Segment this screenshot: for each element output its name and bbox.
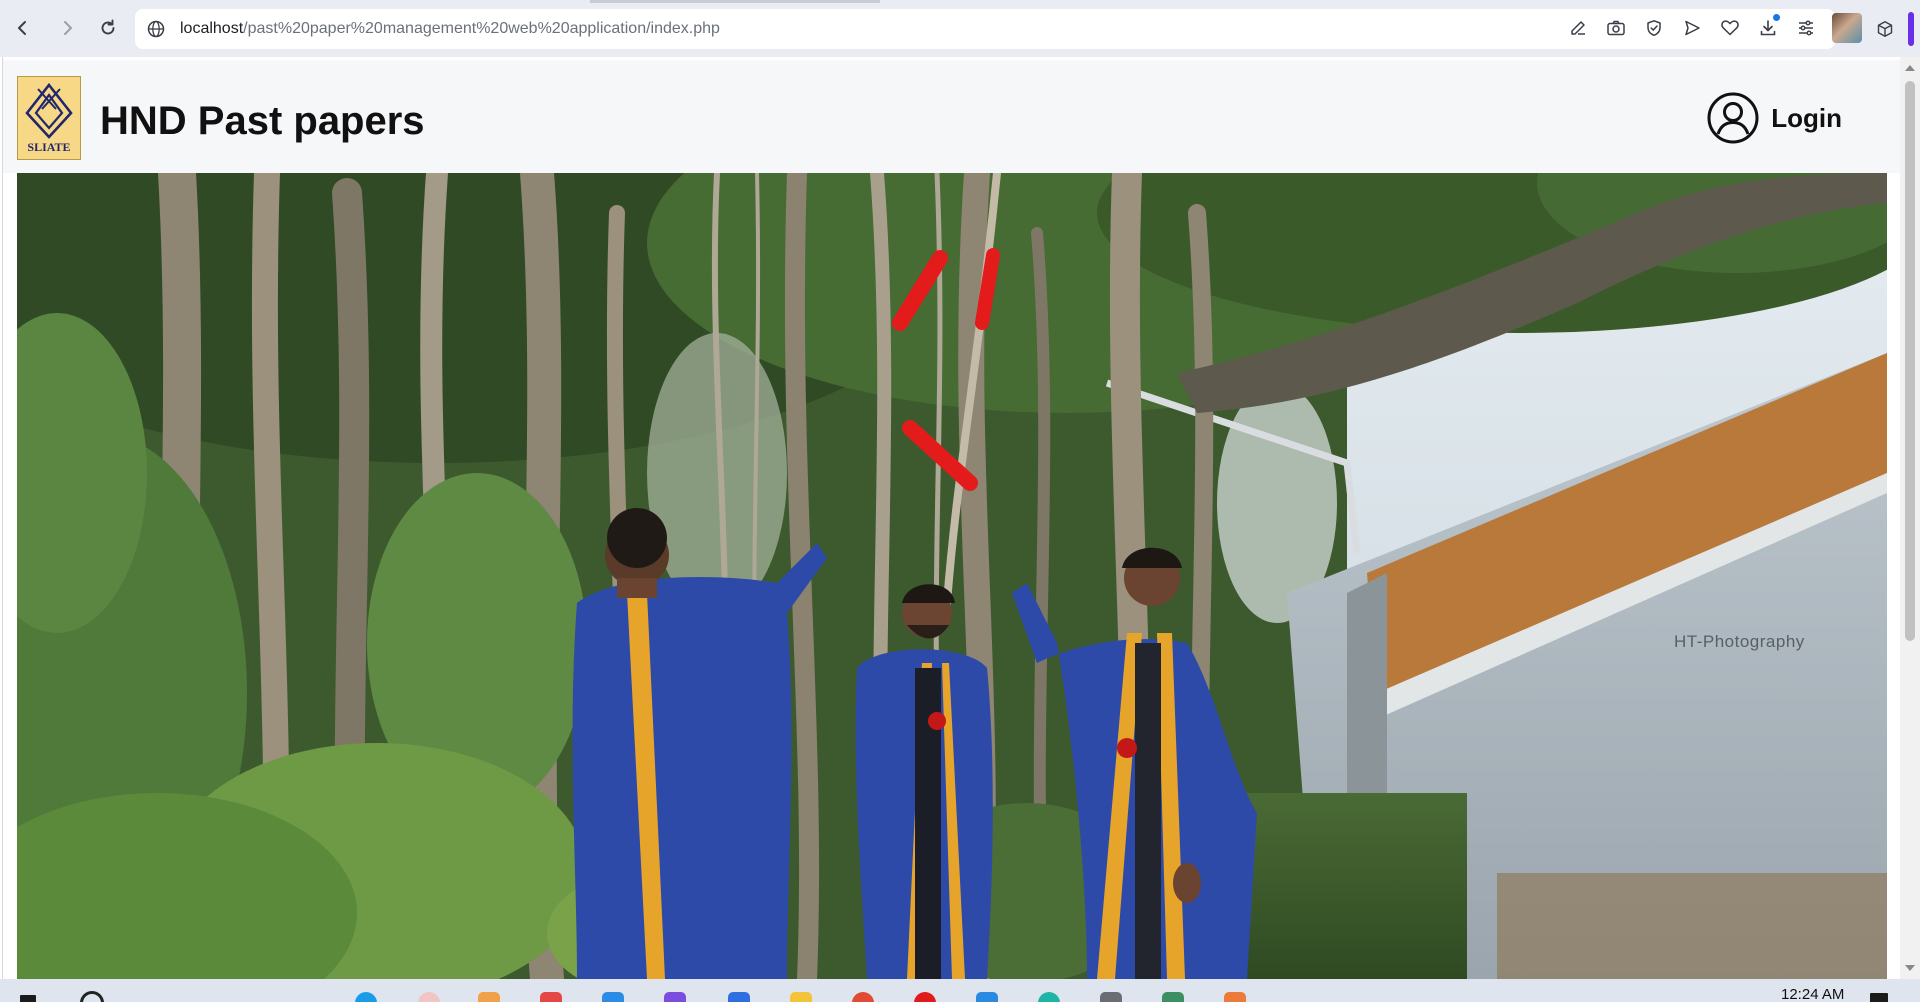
download-badge xyxy=(1773,14,1780,21)
sidebar-accent xyxy=(1908,12,1914,46)
site-title: HND Past papers xyxy=(100,99,425,143)
loading-indicator xyxy=(590,0,880,3)
app-icon-chrome[interactable] xyxy=(852,992,874,1002)
app-icon-arrow[interactable] xyxy=(728,992,750,1002)
scroll-down-arrow[interactable] xyxy=(1905,965,1915,971)
hero-image: HT-Photography xyxy=(17,173,1887,979)
extensions-icon xyxy=(1877,20,1893,37)
back-button[interactable] xyxy=(10,16,34,40)
app-icon-gray[interactable] xyxy=(1100,992,1122,1002)
url-host: localhost xyxy=(180,20,244,37)
app-icon-purple[interactable] xyxy=(664,992,686,1002)
sliate-logo[interactable]: SLIATE xyxy=(17,76,81,160)
arrow-left-icon xyxy=(18,21,26,35)
edit-icon[interactable] xyxy=(1566,16,1590,40)
profile-avatar[interactable] xyxy=(1832,13,1862,43)
site-header: SLIATE HND Past papers Login xyxy=(3,60,1900,173)
browser-toolbar-icons xyxy=(1566,10,1862,46)
photo-watermark: HT-Photography xyxy=(1674,632,1805,651)
heart-icon[interactable] xyxy=(1718,16,1742,40)
app-icon-teal[interactable] xyxy=(1038,992,1060,1002)
app-icon-orange[interactable] xyxy=(478,992,500,1002)
camera-icon[interactable] xyxy=(1604,16,1628,40)
extensions-button[interactable] xyxy=(1864,0,1920,57)
scrollbar-thumb[interactable] xyxy=(1905,81,1915,641)
taskbar-clock[interactable]: 12:24 AM xyxy=(1781,986,1844,1002)
opera-icon[interactable] xyxy=(914,992,936,1002)
app-icon-orange-2[interactable] xyxy=(1224,992,1246,1002)
app-icon-pink[interactable] xyxy=(418,992,440,1002)
reload-button[interactable] xyxy=(96,16,120,40)
send-icon[interactable] xyxy=(1680,16,1704,40)
download-icon[interactable] xyxy=(1756,14,1780,40)
url-text: localhost/past%20paper%20management%20we… xyxy=(180,20,720,38)
login-label: Login xyxy=(1771,102,1842,133)
os-taskbar: 12:24 AM xyxy=(0,979,1920,1002)
web-page: SLIATE HND Past papers Login HT-Photogra… xyxy=(2,57,1900,979)
search-icon[interactable] xyxy=(80,991,104,1002)
app-icon-blue[interactable] xyxy=(602,992,624,1002)
arrow-right-icon xyxy=(64,21,72,35)
menu-icon[interactable] xyxy=(1794,16,1818,40)
edge-icon[interactable] xyxy=(355,992,377,1002)
graduation-photo xyxy=(17,173,1887,979)
globe-icon xyxy=(145,18,167,40)
scroll-up-arrow[interactable] xyxy=(1905,65,1915,71)
vscode-icon[interactable] xyxy=(976,992,998,1002)
logo-text: SLIATE xyxy=(27,140,71,154)
page-scrollbar[interactable] xyxy=(1900,57,1920,979)
shield-check-icon[interactable] xyxy=(1642,16,1666,40)
login-button[interactable]: Login xyxy=(1707,90,1842,146)
chevron-up-icon[interactable] xyxy=(1668,983,1680,991)
browser-toolbar: localhost/past%20paper%20management%20we… xyxy=(0,0,1920,57)
url-path: /past%20paper%20management%20web%20appli… xyxy=(243,20,720,37)
sliate-emblem-icon xyxy=(25,82,73,139)
file-explorer-icon[interactable] xyxy=(790,992,812,1002)
app-icon-red[interactable] xyxy=(540,992,562,1002)
forward-button[interactable] xyxy=(56,16,80,40)
app-icon-green[interactable] xyxy=(1162,992,1184,1002)
reload-icon xyxy=(101,19,115,35)
notification-icon[interactable] xyxy=(1870,993,1888,1002)
start-icon[interactable] xyxy=(20,995,36,1002)
user-circle-icon xyxy=(1707,92,1759,144)
